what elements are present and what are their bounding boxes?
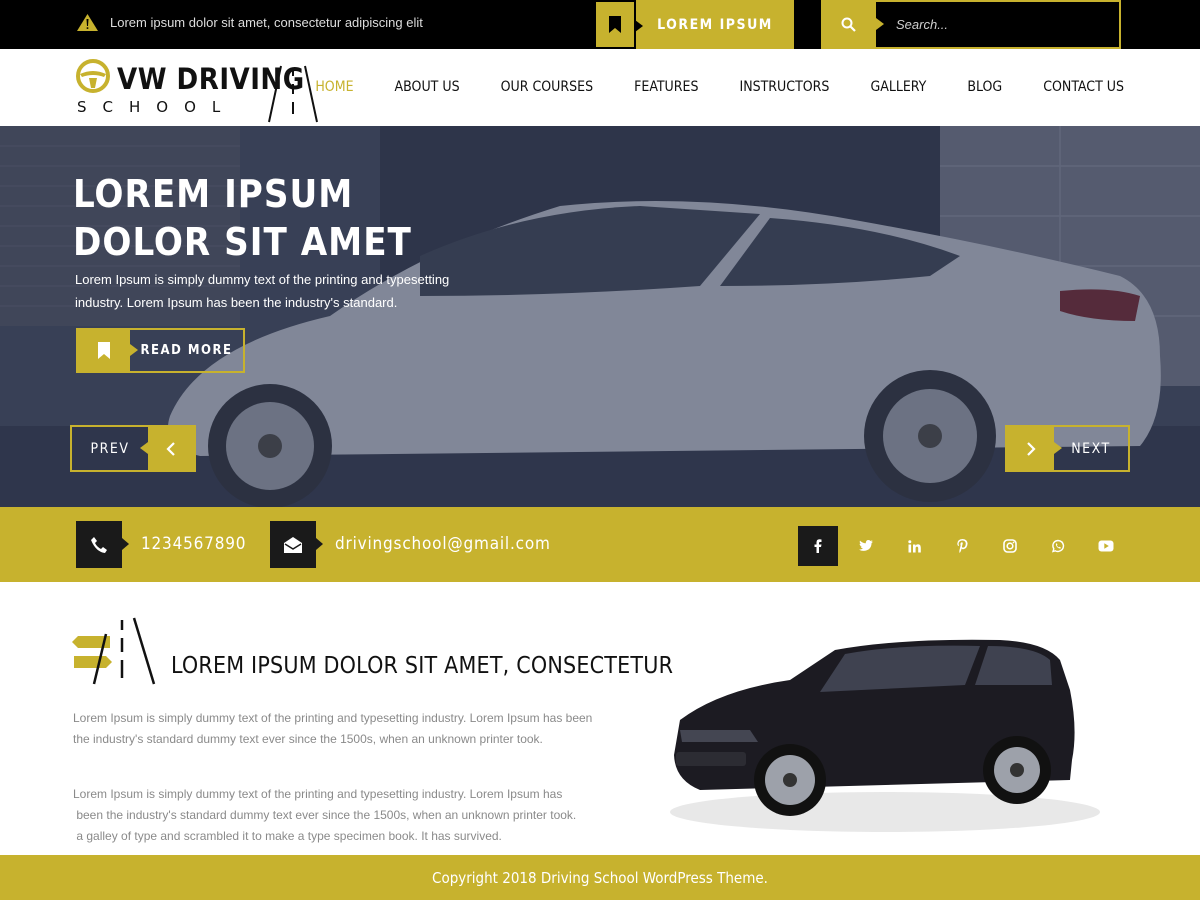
nav-gallery[interactable]: GALLERY <box>870 79 926 95</box>
nav-home[interactable]: HOME <box>315 79 353 95</box>
top-bar: Lorem ipsum dolor sit amet, consectetur … <box>0 0 1200 49</box>
nav-instructors[interactable]: INSTRUCTORS <box>739 79 829 95</box>
prev-label: PREV <box>90 440 130 457</box>
nav-about-us[interactable]: ABOUT US <box>395 79 460 95</box>
search-form <box>821 0 1121 49</box>
instagram-icon[interactable] <box>990 526 1030 566</box>
phone-icon <box>76 521 129 568</box>
copyright-text: Copyright 2018 Driving School WordPress … <box>432 868 768 887</box>
about-heading: LOREM IPSUM DOLOR SIT AMET, CONSECTETUR <box>171 653 674 679</box>
bookmark-icon <box>594 0 643 49</box>
logo-subtitle: SCHOOL <box>77 98 237 116</box>
hero-lead-line2: industry. Lorem Ipsum has been the indus… <box>75 295 398 310</box>
nav-contact-us[interactable]: CONTACT US <box>1043 79 1124 95</box>
about-p1-line1: Lorem Ipsum is simply dummy text of the … <box>73 711 593 725</box>
hero-lead-line1: Lorem Ipsum is simply dummy text of the … <box>75 272 450 287</box>
search-button[interactable] <box>821 0 884 49</box>
site-footer: Copyright 2018 Driving School WordPress … <box>0 855 1200 900</box>
hero-title-line2: DOLOR SIT AMET <box>73 220 412 264</box>
search-icon <box>841 17 856 32</box>
linkedin-icon[interactable] <box>894 526 934 566</box>
chevron-left-icon <box>140 426 194 471</box>
top-notice: Lorem ipsum dolor sit amet, consectetur … <box>77 14 423 31</box>
about-paragraph-2: Lorem Ipsum is simply dummy text of the … <box>73 763 613 847</box>
nav-blog[interactable]: BLOG <box>967 79 1002 95</box>
social-links <box>798 526 1134 566</box>
site-header: VW DRIVING SCHOOL HOME ABOUT US OUR COUR… <box>0 49 1200 126</box>
email-icon <box>270 521 323 568</box>
hero-title-line1: LOREM IPSUM <box>73 172 354 216</box>
signpost-road-icon <box>72 617 156 685</box>
hero-slider: LOREM IPSUM DOLOR SIT AMET Lorem Ipsum i… <box>0 126 1200 507</box>
about-paragraph-1: Lorem Ipsum is simply dummy text of the … <box>73 708 613 750</box>
about-section: LOREM IPSUM DOLOR SIT AMET, CONSECTETUR … <box>0 582 1200 855</box>
top-cta-button[interactable]: LOREM IPSUM <box>594 0 794 49</box>
bookmark-icon <box>78 330 138 371</box>
about-p1-line2: the industry's standard dummy text ever … <box>73 732 543 746</box>
hero-title: LOREM IPSUM DOLOR SIT AMET <box>73 170 412 266</box>
read-more-button[interactable]: READ MORE <box>76 328 245 373</box>
next-slide-button[interactable]: NEXT <box>1005 425 1130 472</box>
nav-our-courses[interactable]: OUR COURSES <box>501 79 594 95</box>
about-p2-line1: Lorem Ipsum is simply dummy text of the … <box>73 787 563 801</box>
twitter-icon[interactable] <box>846 526 886 566</box>
contact-bar: 1234567890 drivingschool@gmail.com <box>0 507 1200 582</box>
youtube-icon[interactable] <box>1086 526 1126 566</box>
about-p2-line2: been the industry's standard dummy text … <box>73 808 577 822</box>
phone-number[interactable]: 1234567890 <box>141 534 246 554</box>
top-cta-label: LOREM IPSUM <box>657 16 773 33</box>
about-p2-line3: a galley of type and scrambled it to mak… <box>73 829 502 843</box>
main-nav: HOME ABOUT US OUR COURSES FEATURES INSTR… <box>274 79 1124 95</box>
top-notice-text: Lorem ipsum dolor sit amet, consectetur … <box>110 15 423 30</box>
road-warning-icon <box>77 14 98 31</box>
whatsapp-icon[interactable] <box>1038 526 1078 566</box>
steering-wheel-icon <box>76 59 110 93</box>
prev-slide-button[interactable]: PREV <box>70 425 196 472</box>
nav-features[interactable]: FEATURES <box>634 79 698 95</box>
suv-image <box>670 639 1100 832</box>
pinterest-icon[interactable] <box>942 526 982 566</box>
email-address[interactable]: drivingschool@gmail.com <box>335 534 551 554</box>
hero-lead: Lorem Ipsum is simply dummy text of the … <box>75 268 465 314</box>
chevron-right-icon <box>1007 426 1062 471</box>
next-label: NEXT <box>1071 440 1111 457</box>
facebook-icon[interactable] <box>798 526 838 566</box>
search-input[interactable] <box>876 0 1121 49</box>
read-more-label: READ MORE <box>140 343 233 358</box>
